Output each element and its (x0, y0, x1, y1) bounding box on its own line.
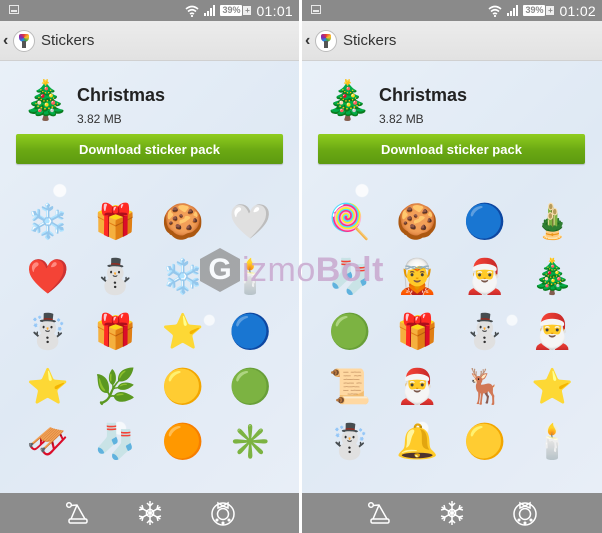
action-bar: ‹ Stickers (0, 21, 299, 61)
snowflake-tab[interactable] (437, 498, 467, 528)
sticker-bell-garland[interactable]: 🎍 (519, 194, 587, 249)
wifi-icon (488, 5, 502, 17)
wreath-tab[interactable] (208, 498, 238, 528)
phone-screen-right: 39% + 01:02 ‹ Stickers 🎄 Christmas 3.82 … (302, 0, 602, 533)
wreath-icon (513, 501, 537, 526)
sticker-gingerbread-man[interactable]: 🍪 (384, 194, 452, 249)
sticker-gold-ornament[interactable]: 🟡 (451, 414, 519, 469)
pack-header: 🎄 Christmas 3.82 MB (302, 69, 602, 129)
app-logo-icon[interactable] (315, 29, 337, 52)
christmas-tree-icon: 🎄 (324, 80, 372, 122)
sticker-snowflake[interactable]: ❄️ (14, 194, 82, 249)
santa-hat-tab[interactable] (364, 498, 394, 528)
sticker-gingerbread-cookie[interactable]: 🍪 (149, 194, 217, 249)
sticker-santa-sleigh[interactable]: 🛷 (14, 414, 82, 469)
pack-size: 3.82 MB (379, 112, 424, 126)
sticker-snowflake-silver[interactable]: ❄️ (149, 249, 217, 304)
sticker-gold-ornament[interactable]: 🟡 (149, 359, 217, 414)
sticker-christmas-tree[interactable]: 🎄 (519, 249, 587, 304)
sticker-candle[interactable]: 🕯️ (519, 414, 587, 469)
battery-level: 39% (220, 5, 243, 16)
snowflake-icon (440, 501, 464, 525)
sticker-striped-stocking[interactable]: 🧦 (82, 414, 150, 469)
sticker-holly[interactable]: 🌿 (82, 359, 150, 414)
download-sticker-pack-button[interactable]: Download sticker pack (318, 134, 585, 164)
sticker-blue-star-ornament[interactable]: 🔵 (451, 194, 519, 249)
sticker-gold-star[interactable]: ⭐ (14, 359, 82, 414)
sticker-santa-sack[interactable]: 🎅 (384, 359, 452, 414)
sticker-santa-hat[interactable]: 🎅 (519, 304, 587, 359)
sticker-blue-gift[interactable]: 🎁 (384, 304, 452, 359)
sticker-red-candle[interactable]: 🕯️ (217, 249, 285, 304)
page-title: Stickers (41, 32, 95, 49)
wifi-icon (185, 5, 199, 17)
sticker-hanging-blue-star[interactable]: ⭐ (149, 304, 217, 359)
signal-icon (204, 5, 216, 16)
sticker-snowman-hat[interactable]: ☃️ (316, 414, 384, 469)
app-logo-icon[interactable] (13, 29, 35, 52)
sticker-snowman-scarf[interactable]: ⛄ (451, 304, 519, 359)
sticker-red-heart[interactable]: ❤️ (14, 249, 82, 304)
sticker-white-heart[interactable]: 🤍 (217, 194, 285, 249)
snowflake-icon (138, 501, 161, 525)
sticker-red-star[interactable]: ⭐ (519, 359, 587, 414)
bottom-tab-bar (0, 493, 299, 533)
sticker-pink-gift[interactable]: 🎁 (82, 194, 150, 249)
sticker-orange-ornament[interactable]: 🟠 (149, 414, 217, 469)
download-sticker-pack-button[interactable]: Download sticker pack (16, 134, 283, 164)
status-bar: 39% + 01:02 (302, 0, 602, 21)
snowflake-tab[interactable] (135, 498, 165, 528)
sticker-green-ornament[interactable]: 🟢 (316, 304, 384, 359)
signal-icon (507, 5, 519, 16)
action-bar: ‹ Stickers (302, 21, 602, 61)
back-chevron-icon[interactable]: ‹ (305, 32, 313, 50)
battery-indicator: 39% + (523, 5, 555, 16)
back-chevron-icon[interactable]: ‹ (3, 32, 11, 50)
phone-screen-left: 39% + 01:01 ‹ Stickers 🎄 Christmas 3.82 … (0, 0, 299, 533)
christmas-tree-icon: 🎄 (22, 80, 70, 122)
image-notification-icon (311, 5, 321, 14)
sticker-snowman-teal[interactable]: ⛄ (82, 249, 150, 304)
sticker-green-ornament[interactable]: 🟢 (217, 359, 285, 414)
sticker-reindeer[interactable]: 🦌 (451, 359, 519, 414)
sticker-pack-content: 🎄 Christmas 3.82 MB Download sticker pac… (0, 61, 299, 493)
sticker-gold-bell[interactable]: 🔔 (384, 414, 452, 469)
sticker-elf[interactable]: 🧝 (384, 249, 452, 304)
bottom-tab-bar (302, 493, 602, 533)
clock: 01:01 (256, 2, 293, 19)
sticker-blue-ornament[interactable]: 🔵 (217, 304, 285, 359)
sticker-snowman[interactable]: ☃️ (14, 304, 82, 359)
image-notification-icon (9, 5, 19, 14)
wreath-icon (210, 501, 235, 526)
clock: 01:02 (559, 2, 596, 19)
sticker-santa-bell[interactable]: 🎅 (451, 249, 519, 304)
charging-icon: + (243, 6, 252, 15)
page-title: Stickers (343, 32, 397, 49)
sticker-grid: ❄️ 🎁 🍪 🤍 ❤️ ⛄ ❄️ 🕯️ ☃️ 🎁 ⭐ 🔵 ⭐ 🌿 🟡 🟢 🛷 🧦 🟠 ✳️ (14, 194, 284, 469)
sticker-green-gift[interactable]: 🎁 (82, 304, 150, 359)
charging-icon: + (546, 6, 555, 15)
pack-name: Christmas (77, 85, 166, 105)
sticker-red-stocking[interactable]: 🧦 (316, 249, 384, 304)
santa-hat-icon (367, 501, 390, 524)
status-bar: 39% + 01:01 (0, 0, 299, 21)
pack-size: 3.82 MB (77, 112, 122, 126)
sticker-candy-cane[interactable]: 🍭 (316, 194, 384, 249)
battery-level: 39% (523, 5, 546, 16)
sticker-santa-list[interactable]: 📜 (316, 359, 384, 414)
santa-hat-tab[interactable] (62, 498, 92, 528)
sticker-grid: 🍭 🍪 🔵 🎍 🧦 🧝 🎅 🎄 🟢 🎁 ⛄ 🎅 📜 🎅 🦌 ⭐ ☃️ 🔔 🟡 🕯️ (316, 194, 586, 469)
pack-name: Christmas (379, 85, 468, 105)
wreath-tab[interactable] (510, 498, 540, 528)
sticker-pack-content: 🎄 Christmas 3.82 MB Download sticker pac… (302, 61, 602, 493)
sticker-hanging-green-star[interactable]: ✳️ (217, 414, 285, 469)
pack-header: 🎄 Christmas 3.82 MB (0, 69, 299, 129)
santa-hat-icon (65, 501, 88, 524)
battery-indicator: 39% + (220, 5, 252, 16)
